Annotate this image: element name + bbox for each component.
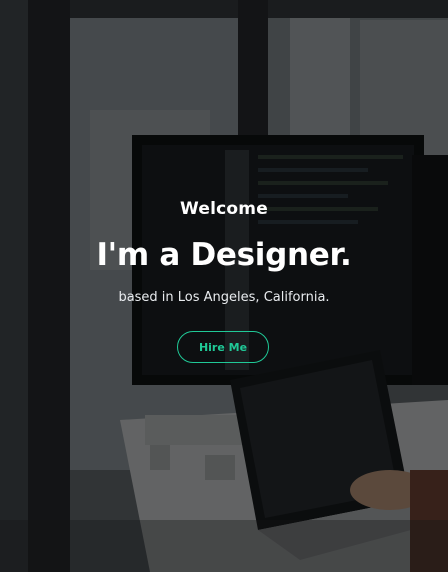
hero-location: based in Los Angeles, California. [118,290,330,305]
hero-headline: I'm a Designer. [96,237,352,273]
hero-section: Welcome I'm a Designer. based in Los Ang… [0,0,448,572]
hero-greeting: Welcome [180,199,268,219]
hire-me-button[interactable]: Hire Me [177,331,269,363]
hero-content: Welcome I'm a Designer. based in Los Ang… [0,0,448,572]
